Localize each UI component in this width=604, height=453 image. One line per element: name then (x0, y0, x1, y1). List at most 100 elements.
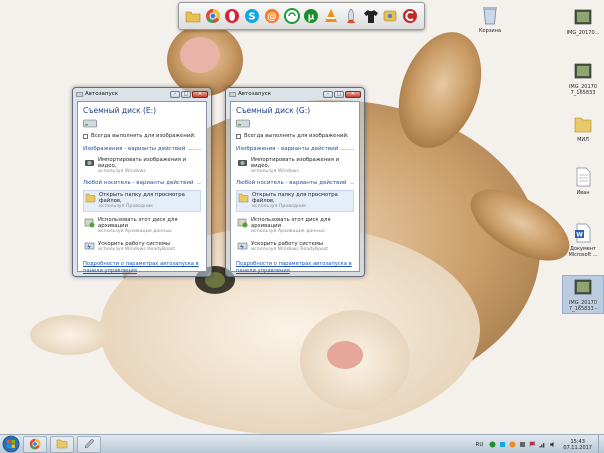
section-images-header: Изображения - варианты действий (236, 146, 354, 152)
desktop-icon-video-1[interactable]: IMG_20170... (563, 6, 603, 43)
top-dock: S @ µ (178, 2, 425, 30)
svg-text:µ: µ (308, 13, 315, 23)
image-file-icon (574, 279, 592, 295)
tray-app-icon[interactable] (499, 441, 506, 448)
sync-icon[interactable] (283, 7, 301, 25)
desktop-icon-image-copy[interactable]: IMG_20170 7_165833 - копия (562, 275, 604, 314)
flag-icon[interactable] (529, 441, 536, 448)
tray-app-icon[interactable] (489, 441, 496, 448)
always-do-label: Всегда выполнять для изображений: (244, 133, 349, 139)
option-import-pictures[interactable]: Импортировать изображения и видео, испол… (83, 156, 201, 176)
chrome-icon[interactable] (204, 7, 222, 25)
option-label: Открыть папку для просмотра файлов, (252, 192, 338, 204)
desktop-icon-folder[interactable]: МИЛ (563, 113, 603, 150)
mail-icon[interactable]: @ (263, 7, 281, 25)
selection-highlight: IMG_20170 7_165833 - копия (562, 275, 604, 314)
puzzle-icon[interactable] (381, 7, 399, 25)
autoplay-settings-link[interactable]: Подробности о параметрах автозапуска в п… (236, 261, 354, 275)
option-sublabel: используя Архивация данных (251, 229, 325, 234)
taskbar-chrome-button[interactable] (23, 435, 47, 453)
autoplay-window-g[interactable]: Автозапуск – □ ✕ Съемный диск (G:) Всегд… (225, 87, 365, 277)
svg-text:@: @ (267, 12, 277, 23)
autoplay-window-e[interactable]: Автозапуск – □ ✕ Съемный диск (E:) Всегд… (72, 87, 212, 277)
taskbar: RU 15:43 07.11.2017 (0, 434, 604, 453)
explorer-icon (56, 439, 68, 449)
option-sublabel: используя Проводник (252, 204, 307, 209)
desktop-icon-text-file[interactable]: Иван (563, 166, 603, 203)
window-titlebar[interactable]: Автозапуск – □ ✕ (73, 88, 211, 100)
close-button[interactable]: ✕ (345, 90, 361, 98)
camera-icon (238, 160, 247, 166)
taskbar-explorer-button[interactable] (50, 435, 74, 453)
recycle-bin-icon (483, 7, 497, 25)
tshirt-icon[interactable] (362, 7, 380, 25)
start-button[interactable] (2, 435, 20, 453)
ccleaner-icon[interactable] (401, 7, 419, 25)
desktop-icon-label: МИЛ (577, 137, 589, 143)
language-indicator[interactable]: RU (476, 442, 484, 448)
minimize-button[interactable]: – (170, 90, 180, 98)
volume-icon[interactable] (549, 441, 556, 448)
folder-icon[interactable] (184, 7, 202, 25)
section-title: Изображения - варианты действий (236, 146, 339, 152)
maximize-button[interactable]: □ (181, 90, 191, 98)
camera-icon (85, 160, 94, 166)
backup-icon (84, 218, 95, 228)
desktop-icon-recycle-bin[interactable]: Корзина (470, 4, 510, 41)
option-readyboost[interactable]: Ускорить работу системы используя Window… (83, 240, 201, 254)
always-do-checkbox[interactable] (236, 133, 241, 139)
network-icon[interactable] (539, 441, 546, 448)
readyboost-icon (237, 242, 248, 250)
text-file-icon (576, 167, 591, 187)
desktop-icon-label: IMG_20170... (566, 30, 600, 36)
autoplay-settings-link[interactable]: Подробности о параметрах автозапуска в п… (83, 261, 201, 275)
always-do-row[interactable]: Всегда выполнять для изображений: (236, 133, 354, 139)
section-title: Любой носитель - варианты действий (83, 180, 194, 186)
section-title: Любой носитель - варианты действий (236, 180, 347, 186)
desktop-icon-label: IMG_20170 7_165833 - копия (568, 300, 598, 313)
option-import-pictures[interactable]: Импортировать изображения и видео, испол… (236, 156, 354, 176)
desktop-icon-label: IMG_20170 7_165833 (568, 84, 598, 96)
option-sublabel: используя Windows ReadyBoost (251, 247, 329, 252)
readyboost-icon (84, 242, 95, 250)
option-sublabel: используя Проводник (99, 204, 154, 209)
pen-icon (84, 438, 95, 449)
close-button[interactable]: ✕ (192, 90, 208, 98)
svg-text:S: S (249, 12, 256, 23)
rocket-icon[interactable] (342, 7, 360, 25)
tray-app-icon[interactable] (509, 441, 516, 448)
desktop-icon-video-2[interactable]: IMG_20170 7_165833 (563, 60, 603, 97)
maximize-button[interactable]: □ (334, 90, 344, 98)
section-general-header: Любой носитель - варианты действий (83, 180, 201, 186)
tray-app-icon[interactable] (519, 441, 526, 448)
minimize-button[interactable]: – (323, 90, 333, 98)
option-backup[interactable]: Использовать этот диск для архивации исп… (83, 216, 201, 236)
show-desktop-button[interactable] (598, 435, 604, 453)
utorrent-icon[interactable]: µ (302, 7, 320, 25)
window-titlebar[interactable]: Автозапуск – □ ✕ (226, 88, 364, 100)
always-do-checkbox[interactable] (83, 133, 88, 139)
skype-icon[interactable]: S (243, 7, 261, 25)
desktop-icon-word-doc[interactable]: W Документ Microsoft ... (563, 222, 603, 259)
option-open-folder[interactable]: Открыть папку для просмотра файлов, испо… (83, 190, 201, 212)
option-open-folder[interactable]: Открыть папку для просмотра файлов, испо… (236, 190, 354, 212)
option-label: Импортировать изображения и видео, (251, 157, 340, 169)
autoplay-icon (76, 91, 83, 97)
removable-drive-icon (83, 119, 97, 128)
vlc-icon[interactable] (322, 7, 340, 25)
system-tray: RU 15:43 07.11.2017 (476, 435, 604, 453)
backup-icon (237, 218, 248, 228)
section-images-header: Изображения - варианты действий (83, 146, 201, 152)
always-do-label: Всегда выполнять для изображений: (91, 133, 196, 139)
option-readyboost[interactable]: Ускорить работу системы используя Window… (236, 240, 354, 254)
taskbar-pen-button[interactable] (77, 435, 101, 453)
folder-icon (238, 193, 249, 203)
section-general-header: Любой носитель - варианты действий (236, 180, 354, 186)
always-do-row[interactable]: Всегда выполнять для изображений: (83, 133, 201, 139)
desktop-icon-label: Документ Microsoft ... (568, 246, 598, 258)
option-sublabel: используя Архивация данных (98, 229, 172, 234)
system-clock[interactable]: 15:43 07.11.2017 (563, 439, 592, 451)
folder-icon (85, 193, 96, 203)
option-backup[interactable]: Использовать этот диск для архивации исп… (236, 216, 354, 236)
opera-icon[interactable] (223, 7, 241, 25)
